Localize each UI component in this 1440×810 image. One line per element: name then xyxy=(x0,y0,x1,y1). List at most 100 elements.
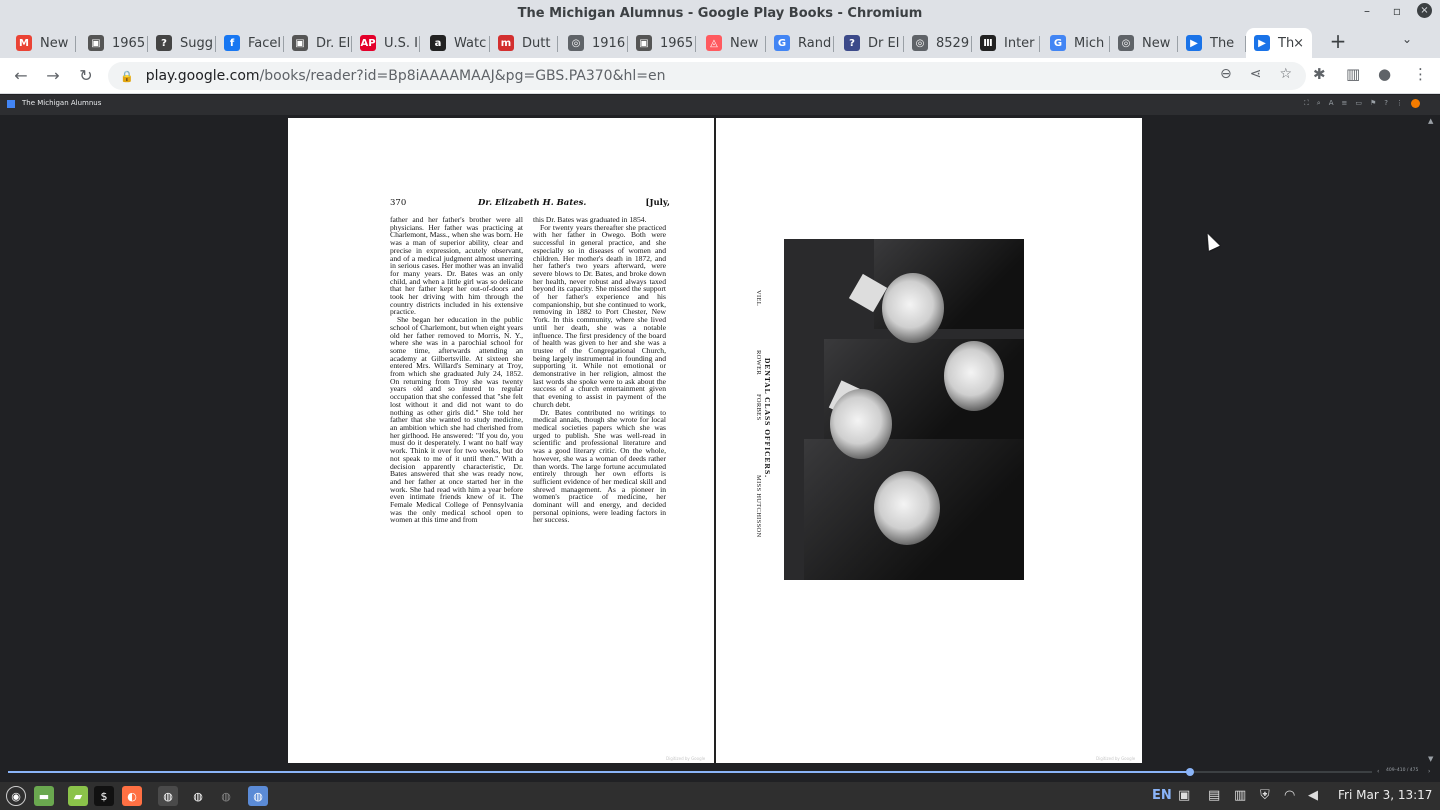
browser-tab[interactable]: ? Dr El xyxy=(836,28,904,58)
new-tab-button[interactable]: + xyxy=(1326,30,1350,54)
browser-tab[interactable]: ◬ New xyxy=(698,28,766,58)
clock[interactable]: Fri Mar 3, 13:17 xyxy=(1338,788,1432,802)
menu-kebab-icon[interactable]: ⋮ xyxy=(1413,65,1428,83)
facebook-icon: f xyxy=(224,35,240,51)
browser-tab[interactable]: ▣ 1965 xyxy=(80,28,148,58)
fullscreen-icon[interactable]: ⛶ xyxy=(1304,99,1309,108)
volume-icon[interactable]: ◀ xyxy=(1308,788,1318,803)
tab-label: 1965 xyxy=(660,35,694,51)
scrubber-handle[interactable] xyxy=(1186,768,1194,776)
terminal-icon[interactable]: $ xyxy=(94,786,114,806)
paragraph: Dr. Bates contributed no writings to med… xyxy=(533,407,666,525)
browser-tab[interactable]: ◎ 8529 xyxy=(904,28,972,58)
scroll-up-icon[interactable]: ▲ xyxy=(1428,117,1433,125)
chromium-icon[interactable]: ◍ xyxy=(158,786,178,806)
browser-tab[interactable]: G Rand xyxy=(766,28,834,58)
tab-label: Rand xyxy=(798,35,832,51)
title-bar: The Michigan Alumnus - Google Play Books… xyxy=(0,0,1440,26)
tab-divider xyxy=(75,36,76,52)
browser-tab[interactable]: m Dutt xyxy=(490,28,558,58)
back-button[interactable]: ← xyxy=(10,65,32,87)
paragraph: father and her father's brother were all… xyxy=(390,215,523,317)
vertical-scrollbar[interactable]: ▲ ▼ xyxy=(1424,115,1440,765)
photo-icon: ▣ xyxy=(292,35,308,51)
tab-label: U.S. I xyxy=(384,35,418,51)
profile-icon[interactable]: ● xyxy=(1378,65,1391,83)
tab-label: The xyxy=(1210,35,1235,51)
browser-tab[interactable]: ? Sugg xyxy=(148,28,216,58)
shield-icon[interactable]: ⛨ xyxy=(1260,788,1270,803)
chromium-window-icon[interactable]: ◍ xyxy=(188,786,208,806)
play-books-icon: ▶ xyxy=(1254,35,1270,51)
tab-label: New xyxy=(40,35,69,51)
display-icon[interactable]: ▣ xyxy=(1178,788,1190,803)
extensions-icon[interactable]: ✱ xyxy=(1313,65,1326,83)
zoom-icon[interactable]: ⊖ xyxy=(1220,66,1232,82)
tab-label: Dr. El xyxy=(316,35,351,51)
browser-tab[interactable]: ▣ 1965 xyxy=(628,28,696,58)
url-text[interactable]: play.google.com/books/reader?id=Bp8iAAAA… xyxy=(146,68,666,84)
paragraph: She began her education in the public sc… xyxy=(390,315,523,525)
two-page-view-icon[interactable]: ▭ xyxy=(1355,99,1362,108)
photo-icon: ? xyxy=(156,35,172,51)
show-desktop-icon[interactable]: ▬ xyxy=(34,786,54,806)
browser-tab[interactable]: ◎ 1916 xyxy=(560,28,628,58)
mint-menu-icon[interactable]: ◉ xyxy=(6,786,26,806)
photo-icon: ▣ xyxy=(88,35,104,51)
browser-tab[interactable]: ▶ Th × xyxy=(1246,28,1312,58)
google-icon: G xyxy=(774,35,790,51)
tab-label: Sugg xyxy=(180,35,213,51)
bookmark-star-icon[interactable]: ☆ xyxy=(1279,66,1292,82)
play-books-logo-icon xyxy=(7,100,15,108)
account-avatar[interactable] xyxy=(1411,99,1420,108)
forward-button[interactable]: → xyxy=(42,65,64,87)
firefox-icon[interactable]: ◐ xyxy=(122,786,142,806)
next-page-icon[interactable]: › xyxy=(1428,768,1430,775)
clipboard-icon[interactable]: ▤ xyxy=(1208,788,1220,803)
minimize-button[interactable]: – xyxy=(1357,4,1377,18)
side-panel-icon[interactable]: ▥ xyxy=(1346,65,1360,83)
tab-label: Watc xyxy=(454,35,487,51)
browser-tab[interactable]: AP U.S. I xyxy=(352,28,420,58)
lock-icon[interactable]: 🔒 xyxy=(120,70,134,83)
browser-tab[interactable]: Ⅲ Inter xyxy=(972,28,1040,58)
browser-tab[interactable]: f Facel xyxy=(216,28,284,58)
tab-search-button[interactable]: ⌄ xyxy=(1402,32,1412,46)
scroll-down-icon[interactable]: ▼ xyxy=(1428,755,1433,763)
close-window-button[interactable]: × xyxy=(1417,3,1432,18)
more-options-icon[interactable]: ⋮ xyxy=(1396,99,1403,108)
display-options-icon[interactable]: A xyxy=(1329,99,1334,108)
page-scrubber[interactable] xyxy=(8,768,1372,776)
contents-icon[interactable]: ≡ xyxy=(1342,99,1348,108)
maximize-button[interactable]: ▫ xyxy=(1387,4,1407,18)
browser-tab[interactable]: ▶ The xyxy=(1178,28,1246,58)
keyboard-layout[interactable]: EN xyxy=(1152,788,1172,803)
browser-tab[interactable]: a Watc xyxy=(422,28,490,58)
help-icon[interactable]: ? xyxy=(1384,99,1388,108)
browser-tab[interactable]: M New xyxy=(8,28,76,58)
window-icon[interactable]: ◍ xyxy=(248,786,268,806)
globe-icon: ◎ xyxy=(1118,35,1134,51)
share-icon[interactable]: ⋖ xyxy=(1250,66,1262,82)
browser-tab[interactable]: ▣ Dr. El xyxy=(284,28,352,58)
photo-name-label: ROWER xyxy=(755,350,762,375)
tab-label: Dr El xyxy=(868,35,900,51)
amazon-icon: a xyxy=(430,35,446,51)
play-books-icon: ▶ xyxy=(1186,35,1202,51)
browser-tab[interactable]: ◎ New xyxy=(1110,28,1178,58)
tab-divider xyxy=(833,36,834,52)
close-tab-icon[interactable]: × xyxy=(1293,36,1304,51)
google-icon: G xyxy=(1050,35,1066,51)
tab-label: Dutt xyxy=(522,35,551,51)
files-icon[interactable]: ▰ xyxy=(68,786,88,806)
bookmark-icon[interactable]: ⚑ xyxy=(1370,99,1376,108)
wifi-icon[interactable]: ◠ xyxy=(1284,788,1295,803)
browser-window-icon[interactable]: ◍ xyxy=(216,786,236,806)
address-bar[interactable]: 🔒 play.google.com/books/reader?id=Bp8iAA… xyxy=(108,62,1306,90)
text-column-2: this Dr. Bates was graduated in 1854. Fo… xyxy=(533,216,666,524)
previous-page-icon[interactable]: ‹ xyxy=(1377,768,1379,775)
search-icon[interactable]: ⌕ xyxy=(1317,99,1321,108)
reload-button[interactable]: ↻ xyxy=(75,65,97,87)
update-icon[interactable]: ▥ xyxy=(1234,788,1246,803)
browser-tab[interactable]: G Mich xyxy=(1042,28,1110,58)
